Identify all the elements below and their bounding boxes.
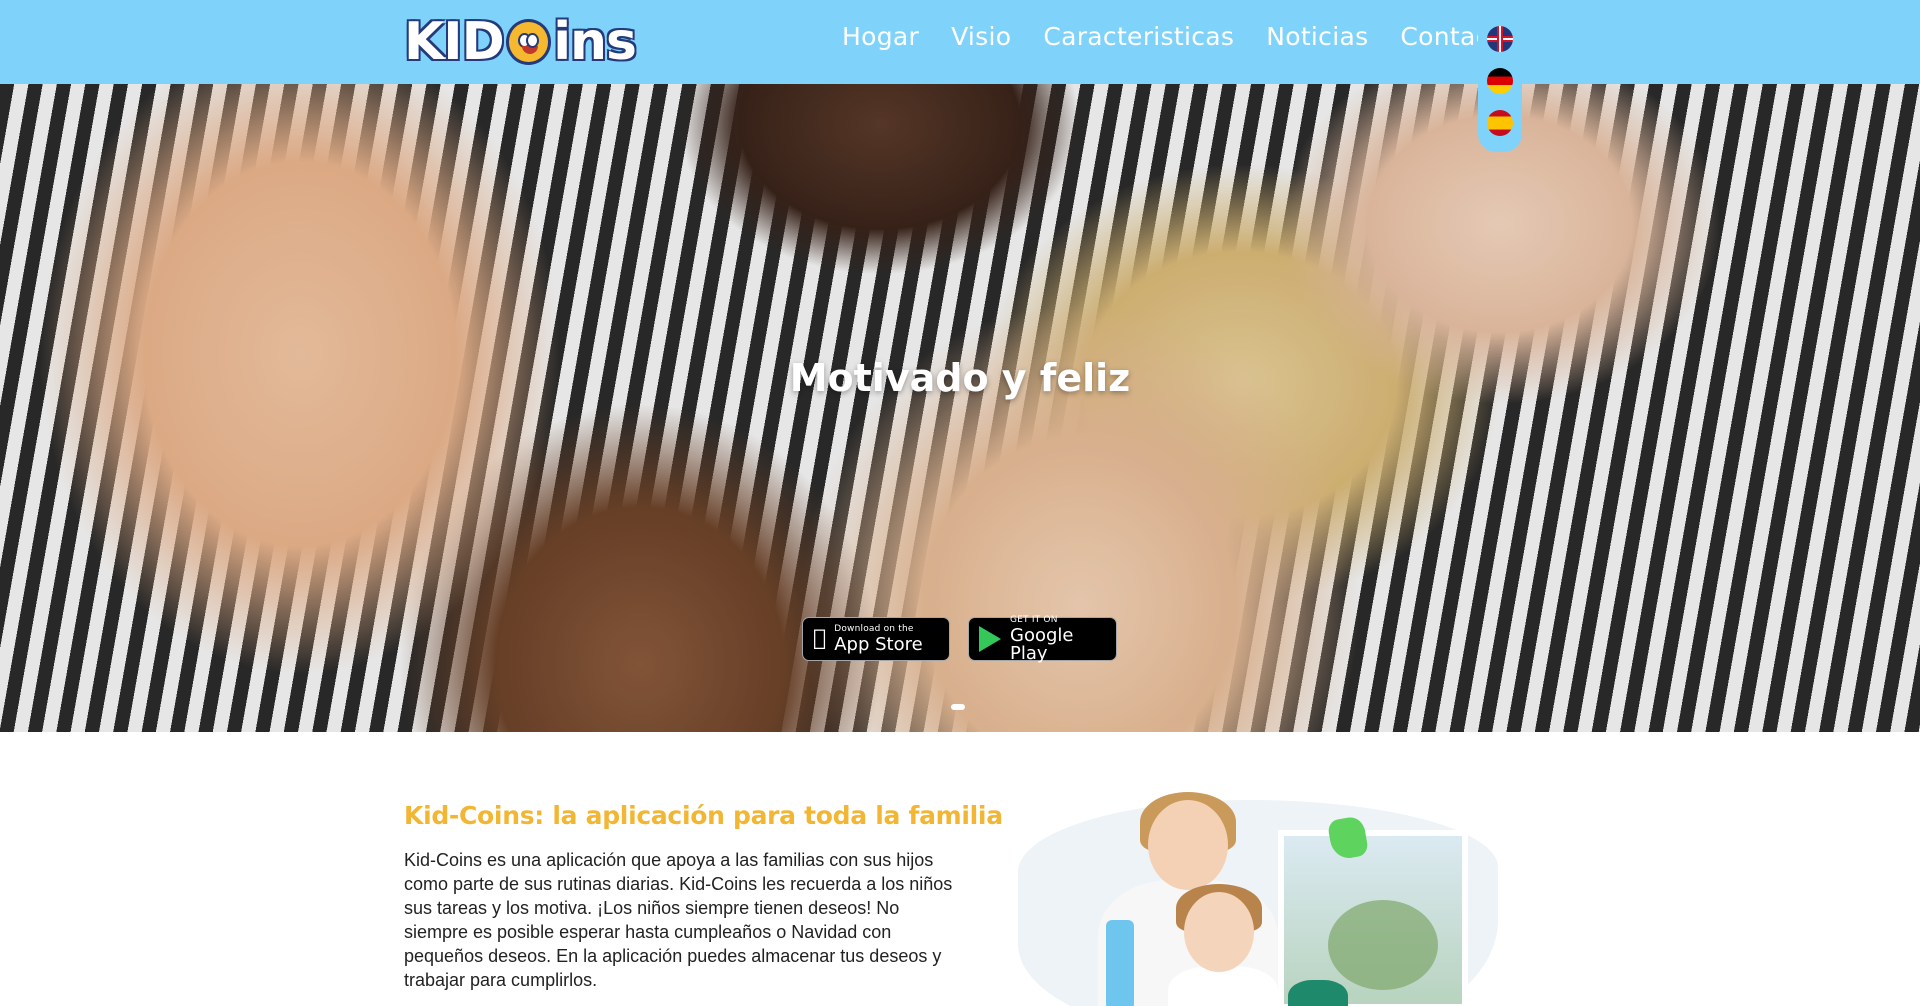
nav-item-noticias[interactable]: Noticias — [1266, 22, 1368, 51]
apple-icon:  — [813, 628, 826, 650]
google-play-label: Google Play — [1010, 624, 1074, 664]
app-store-label: App Store — [821, 633, 922, 655]
main-nav: Hogar Visio Caracteristicas Noticias Con… — [842, 22, 1547, 51]
coin-mascot-icon — [505, 19, 552, 65]
nav-item-hogar[interactable]: Hogar — [842, 22, 919, 51]
family-cleaning-photo — [1018, 790, 1498, 1006]
section-title: Kid-Coins: la aplicación para toda la fa… — [404, 801, 1003, 830]
flag-de-icon[interactable] — [1487, 68, 1513, 94]
google-play-small-label: GET IT ON — [1010, 614, 1058, 625]
nav-item-caracteristicas[interactable]: Caracteristicas — [1043, 22, 1234, 51]
hero-slider: Motivado y feliz  Download on the App S… — [0, 84, 1920, 732]
language-switcher — [1478, 20, 1522, 152]
logo-text-left: KID — [404, 12, 505, 72]
site-header: KID ins Hogar Visio Caracteristicas Noti… — [0, 0, 1920, 84]
flag-es-icon[interactable] — [1487, 110, 1513, 136]
slider-pagination — [951, 704, 965, 710]
google-play-button[interactable]: GET IT ON Google Play — [968, 614, 1117, 664]
flag-uk-icon[interactable] — [1487, 26, 1513, 52]
app-store-small-label: Download on the — [821, 623, 913, 634]
google-play-icon — [979, 626, 1001, 652]
nav-item-visio[interactable]: Visio — [951, 22, 1011, 51]
logo-text-right: ins — [553, 12, 637, 72]
kidcoins-logo[interactable]: KID ins — [404, 10, 637, 74]
slider-dot[interactable] — [951, 704, 965, 710]
app-store-button[interactable]:  Download on the App Store — [802, 617, 950, 661]
store-badges:  Download on the App Store GET IT ON Go… — [802, 614, 1117, 664]
hero-title: Motivado y feliz — [789, 356, 1131, 400]
section-body-text: Kid-Coins es una aplicación que apoya a … — [404, 850, 953, 990]
